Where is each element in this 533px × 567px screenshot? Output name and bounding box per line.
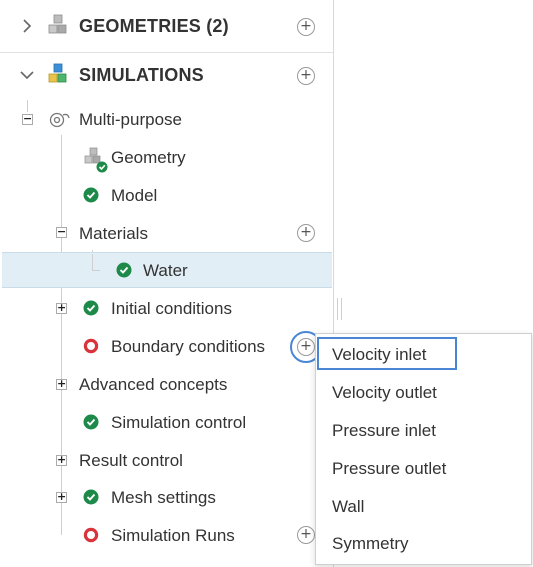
menu-item-wall[interactable]: Wall [332, 497, 364, 517]
add-geometry-button[interactable]: + [297, 18, 315, 36]
geometries-label: GEOMETRIES (2) [79, 16, 229, 36]
error-ring-icon [83, 527, 99, 543]
cubes-colored-icon [48, 63, 67, 83]
tree-item-boundary-conditions[interactable]: Boundary conditions [0, 329, 333, 363]
add-simulation-button[interactable]: + [297, 67, 315, 85]
chevron-down-icon[interactable] [20, 70, 34, 80]
menu-item-symmetry[interactable]: Symmetry [332, 534, 409, 554]
tree-guide-line [92, 270, 100, 271]
model-label: Model [111, 186, 158, 205]
collapse-simulation-toggle[interactable]: − [22, 113, 33, 125]
water-label: Water [143, 261, 188, 280]
geometry-label: Geometry [111, 148, 186, 167]
simulations-label: SIMULATIONS [79, 65, 204, 85]
materials-label: Materials [79, 224, 148, 243]
simulations-header[interactable]: SIMULATIONS + [0, 53, 333, 98]
panel-resize-handle[interactable] [337, 298, 343, 320]
expand-initial-conditions-toggle[interactable]: + [56, 302, 67, 314]
add-material-button[interactable]: + [297, 224, 315, 242]
check-circle-icon [83, 300, 99, 316]
collapse-materials-toggle[interactable]: − [56, 226, 67, 238]
simulation-runs-label: Simulation Runs [111, 526, 235, 545]
geometries-header[interactable]: GEOMETRIES (2) + [0, 0, 333, 52]
advanced-concepts-label: Advanced concepts [79, 375, 228, 394]
simulation-gear-icon [49, 112, 70, 128]
check-circle-icon [116, 262, 132, 278]
tree-guide-line [92, 254, 93, 270]
tree-item-advanced-concepts[interactable]: + Advanced concepts [0, 367, 333, 401]
tree-item-geometry[interactable]: Geometry [0, 140, 333, 174]
check-circle-icon [83, 489, 99, 505]
tree-item-result-control[interactable]: + Result control [0, 443, 333, 477]
menu-item-velocity-inlet[interactable]: Velocity inlet [332, 345, 427, 365]
simulation-control-label: Simulation control [111, 413, 247, 432]
boundary-conditions-label: Boundary conditions [111, 337, 266, 356]
geometry-check-icon [84, 147, 108, 173]
tree-item-materials[interactable]: − Materials + [0, 216, 333, 250]
tree-item-initial-conditions[interactable]: + Initial conditions [0, 291, 333, 325]
simulation-tree-panel: GEOMETRIES (2) + SIMULATIONS + − Multi-p… [0, 0, 334, 567]
tree-item-model[interactable]: Model [0, 178, 333, 212]
tree-item-simulation-control[interactable]: Simulation control [0, 405, 333, 439]
menu-item-pressure-inlet[interactable]: Pressure inlet [332, 421, 436, 441]
boundary-condition-menu: Velocity inlet Velocity outlet Pressure … [315, 333, 532, 565]
menu-item-velocity-outlet[interactable]: Velocity outlet [332, 383, 437, 403]
chevron-right-icon[interactable] [22, 19, 32, 33]
error-ring-icon [83, 338, 99, 354]
check-circle-icon [83, 414, 99, 430]
check-circle-icon [83, 187, 99, 203]
add-simulation-run-button[interactable]: + [297, 526, 315, 544]
initial-conditions-label: Initial conditions [111, 299, 232, 318]
tree-item-mesh-settings[interactable]: + Mesh settings [0, 480, 333, 514]
simulation-row[interactable]: − Multi-purpose [0, 102, 333, 136]
simulation-label: Multi-purpose [79, 110, 182, 129]
expand-advanced-concepts-toggle[interactable]: + [56, 378, 67, 390]
expand-result-control-toggle[interactable]: + [56, 454, 67, 466]
menu-item-pressure-outlet[interactable]: Pressure outlet [332, 459, 446, 479]
tree-item-simulation-runs[interactable]: Simulation Runs + [0, 518, 333, 552]
result-control-label: Result control [79, 451, 183, 470]
add-boundary-condition-button[interactable]: + [297, 338, 315, 356]
mesh-settings-label: Mesh settings [111, 488, 216, 507]
expand-mesh-settings-toggle[interactable]: + [56, 491, 67, 503]
cubes-icon [48, 14, 67, 34]
